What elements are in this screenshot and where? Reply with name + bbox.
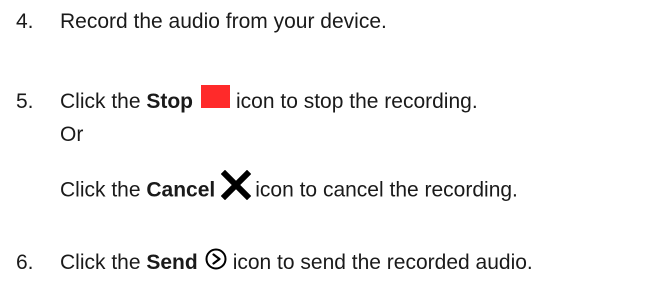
step-number: 6. (16, 251, 34, 274)
step-prefix: Click the (60, 90, 147, 113)
step-text: Click the Cancel icon to cancel the recor… (60, 170, 518, 206)
step-number: 5. (16, 90, 34, 113)
play-circle-icon (205, 248, 227, 270)
step-suffix: icon to cancel the recording. (255, 178, 518, 202)
ui-term-send: Send (146, 251, 198, 274)
step-text: Click the Stop icon to stop the recording… (60, 84, 478, 115)
instruction-document: 4. Record the audio from your device. 5.… (0, 0, 666, 288)
x-icon (221, 170, 252, 200)
step-prefix: Click the (60, 178, 147, 202)
ui-term-cancel: Cancel (146, 178, 216, 202)
step-number: 4. (16, 10, 34, 33)
step-suffix: icon to stop the recording. (236, 90, 478, 113)
step-prefix: Click the (60, 251, 147, 274)
stop-square-icon (201, 84, 231, 108)
step-suffix: icon to send the recorded audio. (232, 251, 533, 274)
step-text: Click the Send icon to send the recorded … (60, 248, 533, 276)
ui-term-stop: Stop (146, 90, 194, 113)
step-text: Record the audio from your device. (60, 10, 387, 33)
or-text: Or (60, 123, 84, 146)
